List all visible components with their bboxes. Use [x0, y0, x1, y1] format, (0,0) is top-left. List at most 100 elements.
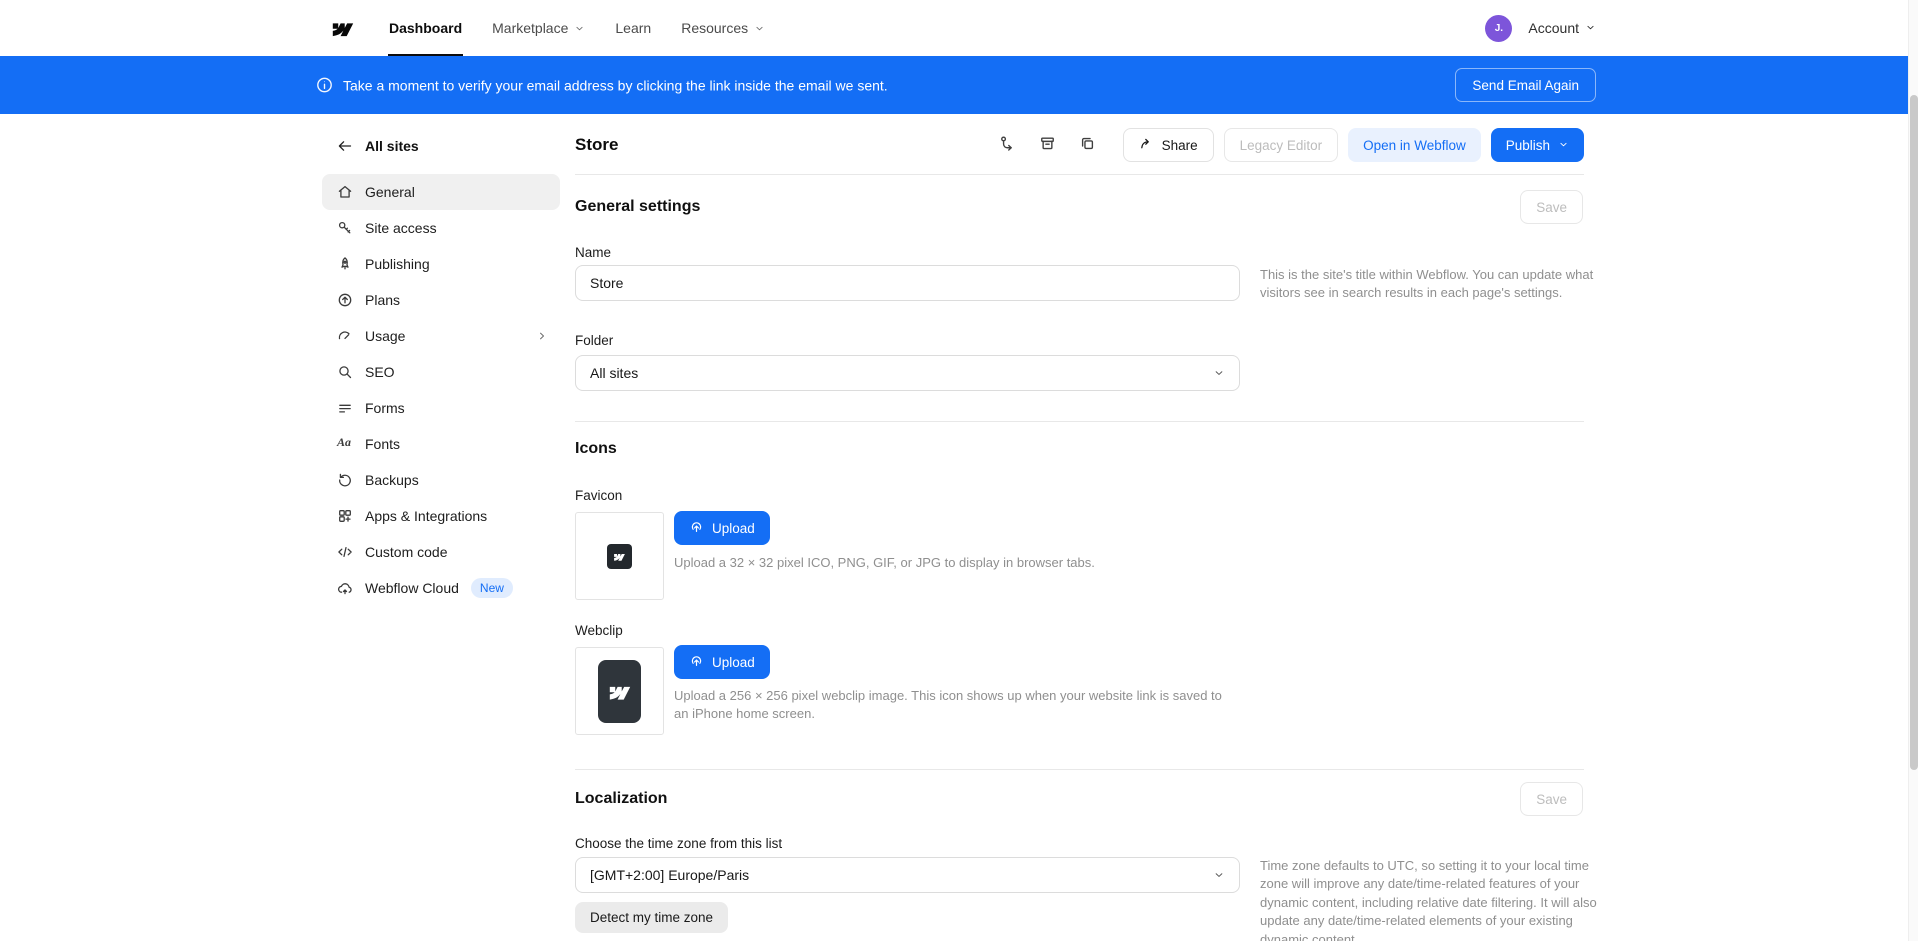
nav-item-resources[interactable]: Resources — [666, 0, 780, 56]
upload-icon — [689, 653, 704, 671]
sidebar-item-usage[interactable]: Usage — [322, 318, 560, 354]
timezone-label: Choose the time zone from this list — [575, 836, 782, 851]
name-label: Name — [575, 245, 611, 260]
webflow-logo-icon[interactable] — [330, 20, 356, 37]
nav-item-label: Dashboard — [389, 20, 462, 36]
account-label: Account — [1528, 20, 1579, 36]
webflow-site-settings-page: Dashboard MarketplaceLearn Resources J. Ac… — [0, 0, 1918, 941]
banner-message: Take a moment to verify your email addre… — [343, 77, 888, 93]
transfer-site-button[interactable] — [993, 130, 1023, 160]
sidebar-item-label: Backups — [365, 472, 419, 488]
timezone-select[interactable]: [GMT+2:00] Europe/Paris — [575, 857, 1240, 893]
chevron-right-icon — [536, 330, 548, 342]
favicon-image — [607, 544, 632, 569]
fonts-icon: Aa — [337, 436, 353, 452]
settings-sidebar: All sites General Site access Publishing Pl… — [322, 114, 560, 606]
webclip-label: Webclip — [575, 623, 623, 638]
custom-code-icon — [337, 544, 353, 560]
sidebar-item-fonts[interactable]: Aa Fonts — [322, 426, 560, 462]
sidebar-item-apps-integrations[interactable]: Apps & Integrations — [322, 498, 560, 534]
scrollbar-track[interactable] — [1908, 0, 1918, 941]
main-content: Store Share Legacy Editor Open in Webflo… — [575, 114, 1584, 941]
backups-icon — [337, 472, 353, 488]
transfer-site-icon — [999, 135, 1016, 155]
info-icon — [316, 77, 333, 94]
chevron-down-icon — [1213, 367, 1225, 379]
avatar[interactable]: J. — [1485, 15, 1512, 42]
plans-icon — [337, 292, 353, 308]
sidebar-item-webflow-cloud[interactable]: Webflow CloudNew — [322, 570, 560, 606]
general-icon — [337, 184, 353, 200]
folder-label: Folder — [575, 333, 613, 348]
scrollbar-thumb[interactable] — [1910, 95, 1918, 770]
sidebar-item-backups[interactable]: Backups — [322, 462, 560, 498]
sidebar-item-label: General — [365, 184, 415, 200]
timezone-value: [GMT+2:00] Europe/Paris — [590, 867, 749, 883]
divider — [575, 769, 1584, 770]
localization-header: Localization Save — [575, 782, 1583, 816]
webflow-cloud-icon — [337, 580, 353, 596]
sidebar-item-label: Fonts — [365, 436, 400, 452]
site-access-icon — [337, 220, 353, 236]
timezone-help-text: Time zone defaults to UTC, so setting it… — [1260, 857, 1605, 941]
webclip-image — [598, 660, 641, 723]
chevron-down-icon — [1585, 20, 1596, 36]
favicon-upload-button[interactable]: Upload — [674, 511, 770, 545]
sidebar-item-label: Custom code — [365, 544, 447, 560]
general-settings-heading: General settings — [575, 198, 700, 216]
upload-icon — [689, 519, 704, 537]
nav-item-marketplace[interactable]: Marketplace — [477, 0, 600, 56]
duplicate-site-button[interactable] — [1073, 130, 1103, 160]
publishing-icon — [337, 256, 353, 272]
share-button[interactable]: Share — [1123, 128, 1214, 162]
apps-integrations-icon — [337, 508, 353, 524]
sidebar-item-general[interactable]: General — [322, 174, 560, 210]
sidebar-item-plans[interactable]: Plans — [322, 282, 560, 318]
localization-heading: Localization — [575, 790, 667, 808]
chevron-down-icon — [574, 23, 585, 34]
notifications-bell-icon[interactable] — [1449, 18, 1469, 38]
site-name-input[interactable] — [575, 265, 1240, 301]
folder-value: All sites — [590, 365, 638, 381]
sidebar-menu: General Site access Publishing Plans UsageSE… — [322, 174, 560, 606]
forms-icon — [337, 400, 353, 416]
page-title: Store — [575, 135, 618, 155]
nav-item-label: Resources — [681, 20, 748, 36]
archive-icon — [1039, 135, 1056, 155]
webclip-help-text: Upload a 256 × 256 pixel webclip image. … — [674, 687, 1239, 724]
archive-site-button[interactable] — [1033, 130, 1063, 160]
legacy-editor-button[interactable]: Legacy Editor — [1224, 128, 1339, 162]
sidebar-item-label: Webflow Cloud — [365, 580, 459, 596]
chevron-down-icon — [1213, 869, 1225, 881]
sidebar-item-custom-code[interactable]: Custom code — [322, 534, 560, 570]
localization-save-button[interactable]: Save — [1520, 782, 1583, 816]
webclip-upload-button[interactable]: Upload — [674, 645, 770, 679]
account-menu[interactable]: Account — [1528, 20, 1596, 36]
back-to-all-sites[interactable]: All sites — [322, 114, 560, 174]
send-email-again-button[interactable]: Send Email Again — [1455, 68, 1596, 102]
verify-email-banner: Take a moment to verify your email addre… — [0, 56, 1918, 114]
sidebar-item-site-access[interactable]: Site access — [322, 210, 560, 246]
divider — [575, 174, 1584, 175]
open-in-webflow-button[interactable]: Open in Webflow — [1348, 128, 1481, 162]
sidebar-item-label: Publishing — [365, 256, 430, 272]
favicon-preview — [575, 512, 664, 600]
nav-item-dashboard[interactable]: Dashboard — [374, 0, 477, 56]
sidebar-item-label: Plans — [365, 292, 400, 308]
sidebar-item-seo[interactable]: SEO — [322, 354, 560, 390]
nav-right-group: J. Account — [1449, 0, 1596, 56]
general-settings-header: General settings Save — [575, 190, 1583, 224]
usage-icon — [337, 328, 353, 344]
sidebar-item-forms[interactable]: Forms — [322, 390, 560, 426]
nav-item-learn[interactable]: Learn — [600, 0, 666, 56]
sidebar-item-publishing[interactable]: Publishing — [322, 246, 560, 282]
general-save-button[interactable]: Save — [1520, 190, 1583, 224]
back-label: All sites — [365, 138, 419, 154]
name-help-text: This is the site's title within Webflow.… — [1260, 266, 1605, 303]
webclip-preview — [575, 647, 664, 735]
chevron-down-icon — [754, 23, 765, 34]
publish-button[interactable]: Publish — [1491, 128, 1584, 162]
favicon-label: Favicon — [575, 488, 622, 503]
detect-timezone-button[interactable]: Detect my time zone — [575, 902, 728, 933]
folder-select[interactable]: All sites — [575, 355, 1240, 391]
